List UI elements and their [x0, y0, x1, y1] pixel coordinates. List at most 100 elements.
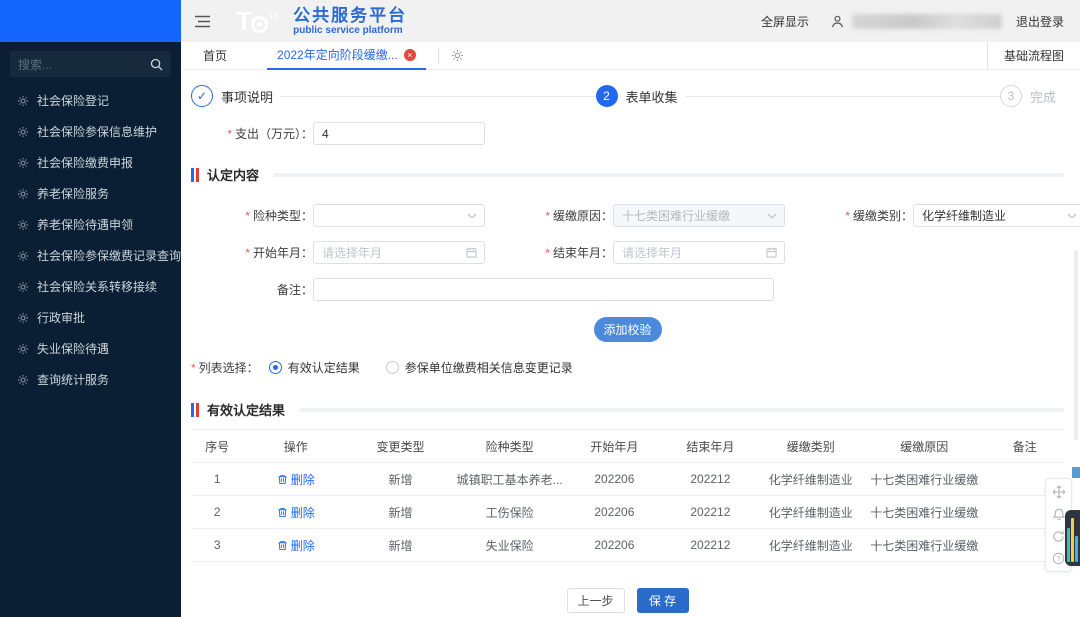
start-month-picker[interactable]: 请选择年月: [313, 241, 485, 264]
form-content: ✓事项说明2表单收集3完成 支出（万元）： 4 认定内容 险种类型：: [181, 70, 1080, 617]
step-circle: ✓: [191, 85, 213, 107]
sidebar-item-1[interactable]: 社会保险参保信息维护: [0, 116, 181, 147]
step-circle: 2: [596, 85, 618, 107]
fullscreen-button[interactable]: 全屏显示: [761, 13, 809, 30]
action-cell: 删除: [243, 529, 348, 562]
sidebar-item-9[interactable]: 查询统计服务: [0, 364, 181, 395]
radio-label: 有效认定结果: [288, 359, 360, 376]
tab-settings-icon[interactable]: [451, 49, 464, 62]
column-header: 缓缴原因: [863, 430, 985, 463]
table-cell: 化学纤维制造业: [758, 496, 863, 529]
extension-tab[interactable]: [1072, 467, 1080, 478]
save-button[interactable]: 保 存: [637, 588, 689, 613]
username-redacted: [852, 14, 1002, 29]
table-row: 3删除新增失业保险202206202212化学纤维制造业十七类困难行业缓缴: [191, 529, 1064, 562]
step-connector: [686, 96, 1000, 97]
delete-button[interactable]: 删除: [277, 504, 315, 521]
sidebar-item-5[interactable]: 社会保险参保缴费记录查询: [0, 240, 181, 271]
tab-close-icon[interactable]: ×: [404, 49, 416, 61]
table-cell: 失业保险: [453, 529, 566, 562]
collapse-menu-icon[interactable]: [195, 15, 210, 28]
table-row: 2删除新增工伤保险202206202212化学纤维制造业十七类困难行业缓缴: [191, 496, 1064, 529]
delete-button[interactable]: 删除: [277, 537, 315, 554]
radio-label: 参保单位缴费相关信息变更记录: [405, 359, 573, 376]
section-bars-icon: [191, 168, 199, 182]
chevron-down-icon: [467, 213, 477, 219]
expense-input[interactable]: 4: [313, 122, 485, 145]
radio-dot-icon: [269, 361, 282, 374]
end-month-picker[interactable]: 请选择年月: [613, 241, 785, 264]
table-row: 1删除新增城镇职工基本养老...202206202212化学纤维制造业十七类困难…: [191, 463, 1064, 496]
calendar-icon: [766, 247, 777, 258]
remark-label: 备注：: [191, 281, 313, 298]
field-defer-category: 缓缴类别： 化学纤维制造业: [791, 204, 1080, 227]
sidebar-item-2[interactable]: 社会保险缴费申报: [0, 147, 181, 178]
tab-home[interactable]: 首页: [203, 47, 227, 64]
list-option-radio-0[interactable]: 有效认定结果: [269, 359, 360, 376]
action-cell: 删除: [243, 496, 348, 529]
defer-reason-label: 缓缴原因：: [491, 207, 613, 224]
step-circle: 3: [1000, 85, 1022, 107]
table-cell: 新增: [348, 463, 453, 496]
table-cell: 工伤保险: [453, 496, 566, 529]
tab-active[interactable]: 2022年定向阶段缓缴... ×: [267, 42, 426, 70]
table-body: 1删除新增城镇职工基本养老...202206202212化学纤维制造业十七类困难…: [191, 463, 1064, 562]
previous-step-button[interactable]: 上一步: [567, 588, 625, 613]
list-select-row: 列表选择： 有效认定结果参保单位缴费相关信息变更记录: [191, 359, 1064, 376]
defer-category-select[interactable]: 化学纤维制造业: [913, 204, 1080, 227]
basic-flowchart-link[interactable]: 基础流程图: [987, 42, 1080, 70]
top-header: T +3 公共服务平台 public service platform 全屏显示…: [181, 0, 1080, 42]
table-cell: 化学纤维制造业: [758, 529, 863, 562]
table-header-row: 序号操作变更类型险种类型开始年月结束年月缓缴类别缓缴原因备注: [191, 430, 1064, 463]
sidebar-item-label: 养老保险待遇申领: [37, 216, 133, 233]
results-table: 序号操作变更类型险种类型开始年月结束年月缓缴类别缓缴原因备注 1删除新增城镇职工…: [191, 429, 1064, 562]
column-header: 变更类型: [348, 430, 453, 463]
section-rending: 认定内容: [191, 165, 1064, 184]
page-title: 公共服务平台: [293, 6, 407, 25]
add-check-button[interactable]: 添加校验: [594, 317, 662, 342]
end-month-label: 结束年月：: [491, 244, 613, 261]
sidebar-item-label: 社会保险参保缴费记录查询: [37, 247, 181, 264]
tab-active-label: 2022年定向阶段缓缴...: [277, 46, 398, 63]
sidebar-item-label: 社会保险缴费申报: [37, 154, 133, 171]
extension-widget[interactable]: [1065, 510, 1080, 566]
insurance-type-select[interactable]: [313, 204, 485, 227]
action-cell: 删除: [243, 463, 348, 496]
list-select-radio-group: 有效认定结果 参保单位缴费相关信息变更记录: [269, 359, 599, 376]
app-window: 搜索... 社会保险登记社会保险参保信息维护社会保险缴费申报养老保险服务养老保险…: [0, 0, 1080, 617]
remark-input[interactable]: [313, 278, 774, 301]
sidebar-item-label: 社会保险参保信息维护: [37, 123, 157, 140]
sidebar-item-4[interactable]: 养老保险待遇申领: [0, 209, 181, 240]
search-input[interactable]: 搜索...: [18, 56, 150, 73]
search-icon[interactable]: [150, 58, 163, 71]
expense-row: 支出（万元）： 4: [191, 122, 1064, 145]
scrollbar-thumb[interactable]: [1074, 250, 1078, 440]
delete-label: 删除: [291, 537, 315, 554]
table-cell: 202206: [566, 529, 662, 562]
section-results: 有效认定结果: [191, 400, 1064, 419]
sidebar-item-6[interactable]: 社会保险关系转移接续: [0, 271, 181, 302]
move-icon[interactable]: [1048, 482, 1069, 502]
sidebar-search[interactable]: 搜索...: [10, 51, 171, 77]
sidebar-item-3[interactable]: 养老保险服务: [0, 178, 181, 209]
fields-row-2: 开始年月： 请选择年月 结束年月： 请选择年月: [191, 241, 1064, 264]
column-header: 开始年月: [566, 430, 662, 463]
section-title: 认定内容: [207, 165, 259, 184]
sidebar-item-8[interactable]: 失业保险待遇: [0, 333, 181, 364]
sidebar-item-0[interactable]: 社会保险登记: [0, 85, 181, 116]
logout-button[interactable]: 退出登录: [1016, 13, 1064, 30]
step-label: 表单收集: [626, 87, 678, 106]
sidebar-logo-block: [0, 0, 181, 42]
table-cell: 城镇职工基本养老...: [453, 463, 566, 496]
step-3: 3完成: [1000, 85, 1064, 107]
section-bars-icon: [191, 403, 199, 417]
brand-title-block: 公共服务平台 public service platform: [293, 6, 407, 36]
svg-text:?: ?: [1057, 556, 1061, 563]
radio-dot-icon: [386, 361, 399, 374]
tab-bar: 首页 2022年定向阶段缓缴... × 基础流程图: [181, 42, 1080, 70]
delete-button[interactable]: 删除: [277, 471, 315, 488]
list-option-radio-1[interactable]: 参保单位缴费相关信息变更记录: [386, 359, 573, 376]
sidebar-item-7[interactable]: 行政审批: [0, 302, 181, 333]
sidebar-item-label: 行政审批: [37, 309, 85, 326]
table-cell: 202212: [662, 496, 758, 529]
